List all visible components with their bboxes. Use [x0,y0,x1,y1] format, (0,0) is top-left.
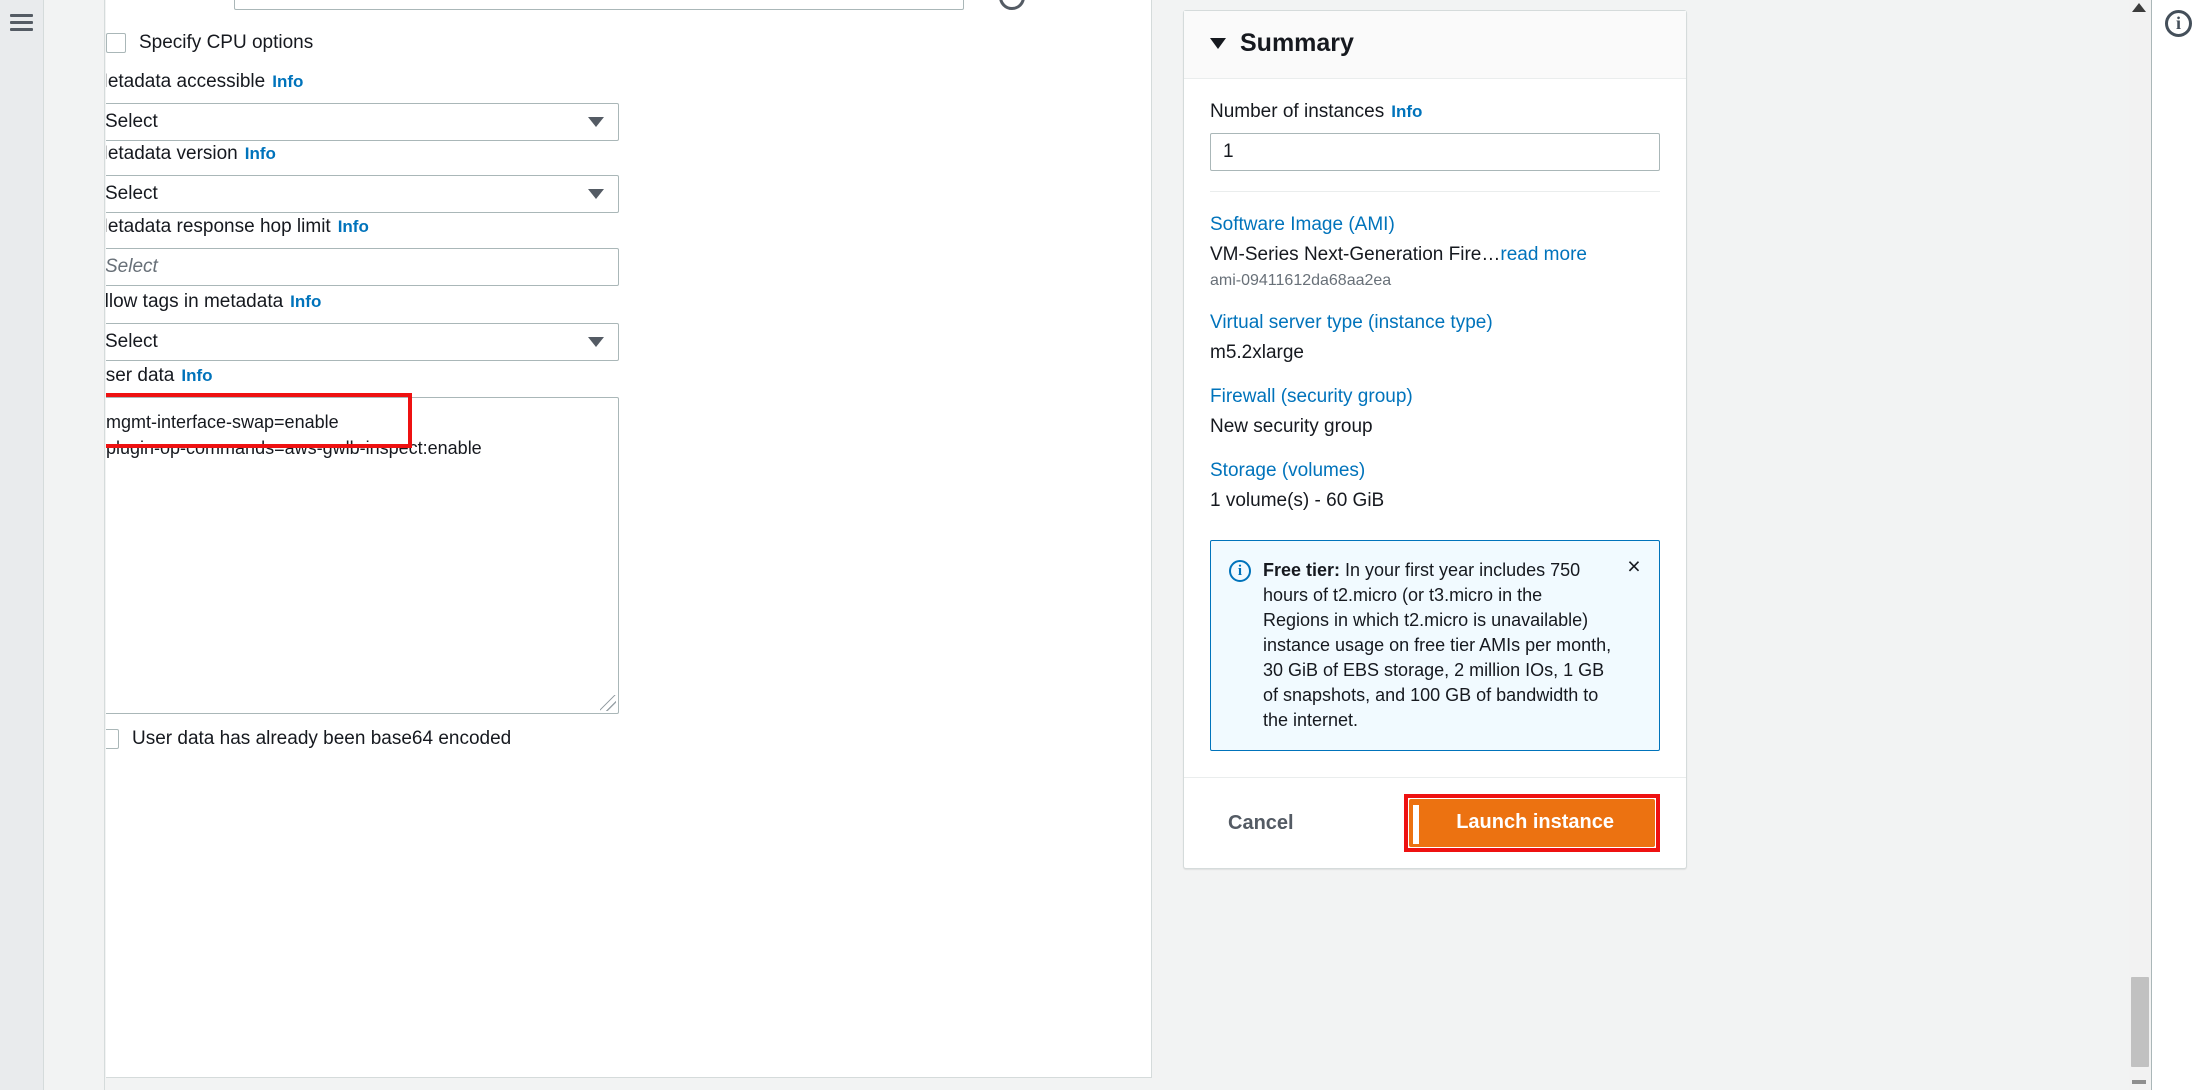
base64-encoded-row[interactable]: User data has already been base64 encode… [106,727,511,751]
summary-link-security-group[interactable]: Firewall (security group) [1210,386,1660,408]
select-value: Select [106,111,158,132]
user-data-value: mgmt-interface-swap=enable plugin-op-com… [106,412,482,458]
cancel-button[interactable]: Cancel [1210,804,1312,843]
scroll-down-arrow-icon[interactable] [2132,1080,2146,1084]
right-help-panel: i [2151,0,2203,1090]
info-link[interactable]: Info [272,72,303,91]
specify-cpu-options-label: Specify CPU options [139,32,314,53]
metadata-accessible-select[interactable]: Select [106,103,619,141]
summary-link-ami[interactable]: Software Image (AMI) [1210,214,1660,236]
summary-value-instance-type: m5.2xlarge [1210,342,1304,363]
free-tier-body: In your first year includes 750 hours of… [1263,560,1612,730]
launch-button-wrapper: Launch instance [1404,794,1660,852]
field-label: Allow tags in metadata Info [106,290,619,314]
field-label: Metadata response hop limit Info [106,215,619,239]
summary-item-ami: Software Image (AMI) VM-Series Next-Gene… [1210,214,1660,292]
number-of-instances-label: Number of instances Info [1210,101,1660,123]
metadata-version-select[interactable]: Select [106,175,619,213]
field-user-data: User data Info mgmt-interface-swap=enable… [106,364,619,714]
scrollbar-thumb[interactable] [2131,977,2149,1067]
resize-handle-icon[interactable] [600,695,616,711]
info-link[interactable]: Info [1391,102,1422,121]
summary-value-security-group: New security group [1210,416,1373,437]
summary-panel: Summary Number of instances Info 1 Softwa… [1183,10,1687,869]
label-text: User data [106,365,175,386]
summary-item-storage: Storage (volumes) 1 volume(s) - 60 GiB [1210,460,1660,514]
summary-item-security-group: Firewall (security group) New security g… [1210,386,1660,440]
free-tier-text: Free tier: In your first year includes 7… [1263,558,1613,733]
info-link[interactable]: Info [290,292,321,311]
hamburger-icon[interactable] [10,14,33,31]
info-link[interactable]: Info [181,366,212,385]
divider [1210,191,1660,192]
vertical-scrollbar[interactable] [2129,0,2151,1090]
info-icon[interactable]: i [2165,10,2192,37]
user-data-textarea[interactable]: mgmt-interface-swap=enable plugin-op-com… [106,397,619,714]
summary-footer: Cancel Launch instance [1184,777,1686,868]
free-tier-prefix: Free tier: [1263,560,1341,580]
metadata-hop-limit-input[interactable]: Select [106,248,619,286]
summary-link-instance-type[interactable]: Virtual server type (instance type) [1210,312,1660,334]
select-value: Select [106,331,158,352]
refresh-icon[interactable] [999,0,1025,10]
field-label: Metadata accessible Info [106,70,619,94]
advanced-details-form-panel: Specify CPU options Metadata accessible I… [106,0,1152,1078]
select-placeholder: Select [106,256,158,277]
field-allow-tags-metadata: Allow tags in metadata Info Select [106,290,619,361]
field-label: Metadata version Info [106,142,619,166]
left-nav-rail [0,0,44,1090]
info-link[interactable]: Info [245,144,276,163]
scroll-up-arrow-icon[interactable] [2132,3,2146,12]
allow-tags-metadata-select[interactable]: Select [106,323,619,361]
label-text: Metadata response hop limit [106,216,331,237]
chevron-down-icon [588,337,604,347]
chevron-down-icon [588,189,604,199]
specify-cpu-options-checkbox[interactable] [106,33,126,53]
base64-encoded-checkbox[interactable] [106,729,119,749]
field-metadata-accessible: Metadata accessible Info Select [106,70,619,141]
launch-button-accent [1413,805,1420,844]
summary-value-ami: VM-Series Next-Generation Fire…read more [1210,242,1660,268]
base64-encoded-label: User data has already been base64 encode… [132,728,512,749]
label-text: Metadata version [106,143,238,164]
label-text: Metadata accessible [106,71,266,92]
close-icon[interactable]: × [1623,555,1645,578]
label-text: Number of instances [1210,101,1385,122]
ami-name: VM-Series Next-Generation Fire… [1210,244,1501,265]
number-of-instances-input[interactable]: 1 [1210,133,1660,171]
label-text: Allow tags in metadata [106,291,284,312]
rail-gap [45,0,105,1090]
info-circle-icon: i [1229,560,1251,582]
number-of-instances-value: 1 [1223,141,1234,162]
field-label: User data Info [106,364,619,388]
triangle-down-icon[interactable] [1210,38,1226,49]
read-more-link[interactable]: read more [1500,244,1587,265]
chevron-down-icon [588,117,604,127]
summary-header[interactable]: Summary [1184,11,1686,79]
summary-value-storage: 1 volume(s) - 60 GiB [1210,490,1385,511]
field-metadata-version: Metadata version Info Select [106,142,619,213]
summary-link-storage[interactable]: Storage (volumes) [1210,460,1660,482]
info-link[interactable]: Info [338,217,369,236]
page-root: Specify CPU options Metadata accessible I… [0,0,2203,1090]
truncated-field-above[interactable] [234,0,964,10]
specify-cpu-options-row[interactable]: Specify CPU options [106,31,313,55]
summary-item-instance-type: Virtual server type (instance type) m5.2… [1210,312,1660,366]
launch-instance-button[interactable]: Launch instance [1409,799,1655,847]
free-tier-alert: i Free tier: In your first year includes… [1210,540,1660,751]
summary-ami-id: ami-09411612da68aa2ea [1210,272,1392,289]
summary-body: Number of instances Info 1 Software Image… [1184,79,1686,777]
select-value: Select [106,183,158,204]
summary-title: Summary [1240,29,1354,57]
field-metadata-hop-limit: Metadata response hop limit Info Select [106,215,619,286]
